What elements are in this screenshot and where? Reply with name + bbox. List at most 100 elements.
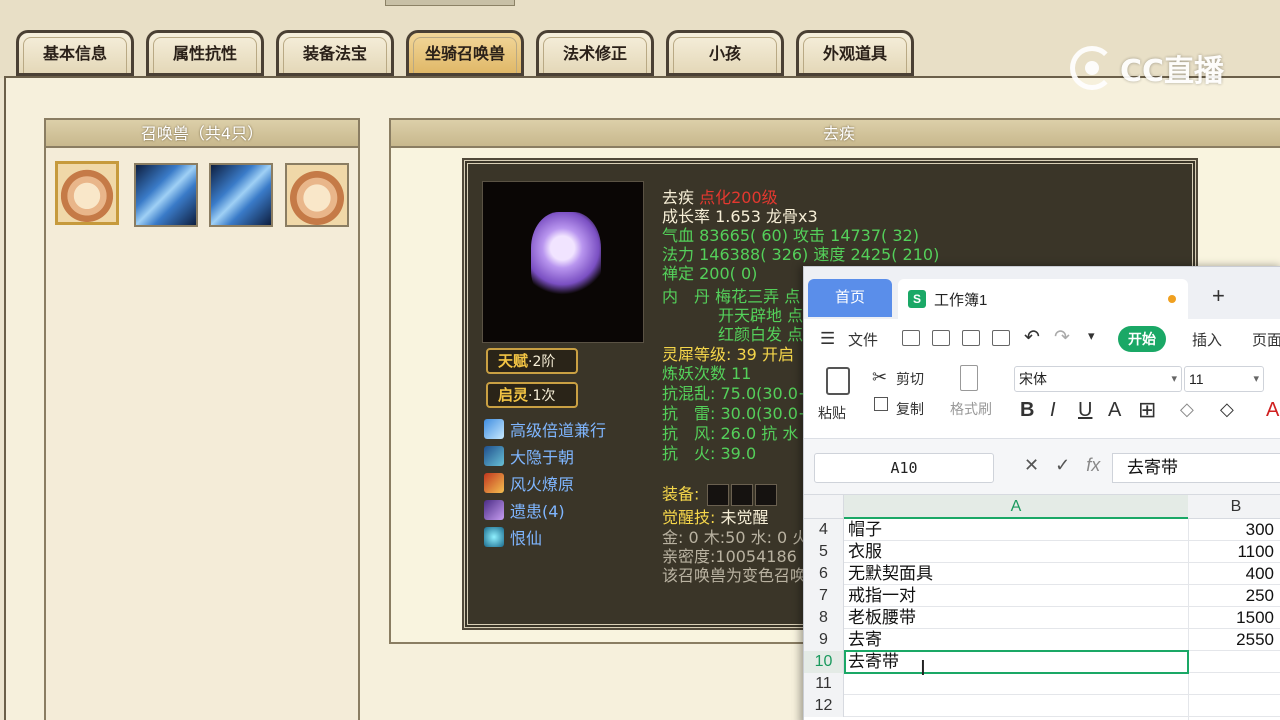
cell-b[interactable]: 2550 (1236, 629, 1274, 651)
row-number[interactable]: 4 (804, 519, 844, 541)
pet-thumb-fox-2[interactable] (285, 163, 349, 227)
row-number[interactable]: 12 (804, 695, 844, 717)
menu-page[interactable]: 页面 (1252, 329, 1280, 350)
menu-start[interactable]: 开始 (1118, 326, 1166, 352)
awaken-value: 未觉醒 (720, 508, 769, 527)
tab-attributes[interactable]: 属性抗性 (146, 30, 264, 76)
paste-icon[interactable] (826, 367, 850, 395)
strikethrough-icon[interactable]: A (1108, 399, 1121, 422)
table-row[interactable]: 11 (804, 673, 1280, 695)
equip-slot[interactable] (754, 484, 777, 506)
skill-item[interactable]: 大隐于朝 (484, 445, 574, 467)
skill-item[interactable]: 高级倍道兼行 (484, 418, 606, 440)
export-icon[interactable] (932, 330, 950, 346)
format-painter-icon[interactable] (960, 365, 978, 391)
pet-thumb-ice-2[interactable] (209, 163, 273, 227)
pet-thumb-ice-1[interactable] (134, 163, 198, 227)
select-all-corner[interactable] (804, 495, 844, 519)
row-number[interactable]: 11 (804, 673, 844, 695)
resist-wind-value: 26.0 抗 (715, 424, 778, 443)
menu-insert[interactable]: 插入 (1192, 329, 1222, 350)
tab-appearance[interactable]: 外观道具 (796, 30, 914, 76)
tab-basic-info[interactable]: 基本信息 (16, 30, 134, 76)
skill-item[interactable]: 风火燎原 (484, 472, 574, 494)
equip-slot[interactable] (730, 484, 753, 506)
table-row[interactable]: 4 帽子 300 (804, 519, 1280, 541)
tab-mounts-pets[interactable]: 坐骑召唤兽 (406, 30, 524, 76)
cell-b[interactable]: 400 (1246, 563, 1274, 585)
pet-thumb-fox-1[interactable] (55, 161, 119, 225)
italic-icon[interactable]: I (1050, 399, 1056, 422)
print-icon[interactable] (962, 330, 980, 346)
border-icon[interactable]: ⊞ (1138, 397, 1156, 423)
cell-a[interactable]: 戒指一对 (848, 585, 916, 607)
redo-icon[interactable]: ↷ (1054, 326, 1070, 349)
equip-slot[interactable] (706, 484, 729, 506)
cancel-icon[interactable]: ✕ (1024, 455, 1039, 476)
cell-a[interactable]: 老板腰带 (848, 607, 916, 629)
formula-bar[interactable]: 去寄带 (1112, 453, 1280, 483)
row-number[interactable]: 7 (804, 585, 844, 607)
scissors-icon[interactable]: ✂ (872, 367, 887, 388)
name-box[interactable]: A10 (814, 453, 994, 483)
row-number[interactable]: 8 (804, 607, 844, 629)
fill-color-icon[interactable]: ◇ (1220, 399, 1234, 420)
tab-equipment[interactable]: 装备法宝 (276, 30, 394, 76)
cell-b[interactable]: 250 (1246, 585, 1274, 607)
wps-home-tab[interactable]: 首页 (808, 279, 892, 317)
confirm-icon[interactable]: ✓ (1055, 455, 1070, 476)
talent-level: ·2阶 (528, 354, 556, 370)
cc-live-watermark: CC直播 (1070, 46, 1224, 90)
format-painter-button[interactable]: 格式刷 (950, 399, 992, 419)
cell-b[interactable]: 1500 (1236, 607, 1274, 629)
underline-icon[interactable]: U (1078, 399, 1092, 422)
pet-note: 该召唤兽为变色召唤 (662, 566, 807, 585)
table-row[interactable]: 9 去寄 2550 (804, 629, 1280, 651)
more-chevron-icon[interactable]: ▾ (1088, 328, 1095, 344)
neidan-3: 红颜白发 点 (718, 325, 804, 344)
pet-name-line: 去疾 点化200级 (662, 188, 778, 207)
table-row[interactable]: 8 老板腰带 1500 (804, 607, 1280, 629)
top-notch (385, 0, 515, 6)
column-header-a[interactable]: A (844, 495, 1188, 519)
sheet-grid[interactable]: A B 4 帽子 300 5 衣服 1100 6 无默契面具 400 7 戒指一对 250 8老… (804, 495, 1280, 720)
cell-a[interactable]: 衣服 (848, 541, 882, 563)
copy-button[interactable]: 复制 (896, 399, 924, 419)
font-size-select[interactable]: 11 (1184, 366, 1264, 392)
awaken-spirit-badge[interactable]: 启灵·1次 (486, 382, 578, 408)
hamburger-icon[interactable]: ☰ (820, 329, 835, 349)
cell-a[interactable]: 帽子 (848, 519, 882, 541)
row-number[interactable]: 5 (804, 541, 844, 563)
table-row[interactable]: 7 戒指一对 250 (804, 585, 1280, 607)
new-tab-button[interactable]: + (1212, 283, 1225, 309)
font-color-icon[interactable]: A (1266, 399, 1279, 422)
fx-icon[interactable]: fx (1086, 455, 1100, 476)
cell-a[interactable]: 去寄 (848, 629, 882, 651)
table-row[interactable]: 6 无默契面具 400 (804, 563, 1280, 585)
talent-badge[interactable]: 天赋·2阶 (486, 348, 578, 374)
undo-icon[interactable]: ↶ (1024, 326, 1040, 349)
copy-icon[interactable] (874, 397, 888, 411)
table-row[interactable]: 5 衣服 1100 (804, 541, 1280, 563)
skill-item[interactable]: 恨仙 (484, 526, 542, 548)
row-number[interactable]: 6 (804, 563, 844, 585)
cell-b[interactable]: 300 (1246, 519, 1274, 541)
menu-file[interactable]: 文件 (848, 329, 878, 350)
preview-icon[interactable] (992, 330, 1010, 346)
row-number[interactable]: 10 (804, 651, 844, 673)
cell-b[interactable]: 1100 (1237, 541, 1274, 563)
cell-a[interactable]: 无默契面具 (848, 563, 933, 585)
save-icon[interactable] (902, 330, 920, 346)
cut-button[interactable]: 剪切 (896, 369, 924, 389)
font-family-select[interactable]: 宋体 (1014, 366, 1182, 392)
bold-icon[interactable]: B (1020, 399, 1034, 422)
wps-doc-tab[interactable]: S 工作簿1 (898, 279, 1188, 319)
fill-style-icon[interactable]: ◇ (1180, 399, 1194, 420)
row-number[interactable]: 9 (804, 629, 844, 651)
table-row[interactable]: 12 (804, 695, 1280, 717)
skill-item[interactable]: 遗患(4) (484, 499, 565, 521)
tab-spell-mods[interactable]: 法术修正 (536, 30, 654, 76)
column-header-b[interactable]: B (1188, 495, 1280, 519)
tab-child[interactable]: 小孩 (666, 30, 784, 76)
paste-button[interactable]: 粘贴 (818, 403, 846, 423)
